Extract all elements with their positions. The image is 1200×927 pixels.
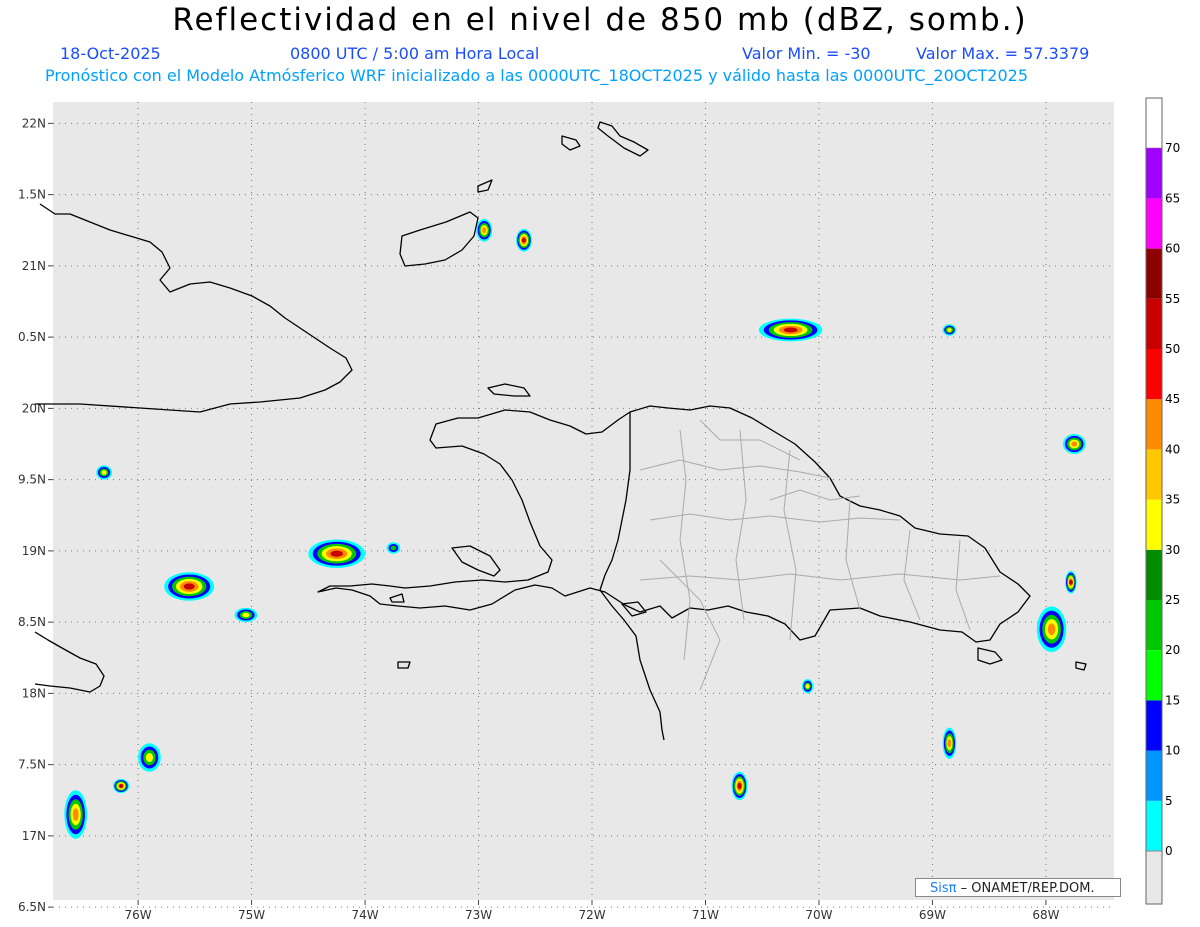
credit-text: – ONAMET/REP.DOM. <box>956 881 1095 896</box>
lat-tick-label: 6.5N <box>18 900 46 914</box>
reflectivity-contour <box>1071 441 1078 447</box>
colorbar-swatch <box>1146 800 1162 851</box>
reflectivity-cell <box>1062 434 1086 454</box>
reflectivity-contour <box>330 550 343 557</box>
credit-logo: Sisπ <box>930 881 957 896</box>
lat-tick-label: 22N <box>22 116 46 130</box>
reflectivity-cell <box>1065 570 1077 594</box>
lon-tick-label: 71W <box>692 908 719 922</box>
lat-tick-label: 0.5N <box>18 330 46 344</box>
reflectivity-contour <box>242 612 250 618</box>
colorbar-label: 55 <box>1165 292 1180 306</box>
reflectivity-contour <box>183 583 195 590</box>
colorbar-label: 70 <box>1165 141 1180 155</box>
reflectivity-cell <box>234 607 258 623</box>
lat-tick-label: 21N <box>22 259 46 273</box>
max-value: Valor Max. = 57.3379 <box>916 44 1090 63</box>
reflectivity-contour <box>101 470 107 475</box>
map-title: Reflectividad en el nivel de 850 mb (dBZ… <box>172 2 1028 38</box>
colorbar-swatch <box>1146 650 1162 701</box>
reflectivity-cell <box>386 542 401 554</box>
reflectivity-contour <box>390 545 397 551</box>
reflectivity-map: 76W 75W 74W 73W 72W 71W 70W 69W 68W 22N 1.5N 21N 0.5… <box>18 97 1180 922</box>
colorbar-swatch <box>1146 248 1162 299</box>
map-background <box>53 102 1114 900</box>
lat-tick-label: 7.5N <box>18 758 46 772</box>
reflectivity-cell <box>942 324 957 336</box>
colorbar-swatch <box>1146 449 1162 500</box>
lat-tick-label: 18N <box>22 686 46 700</box>
colorbar-label: 60 <box>1165 242 1180 256</box>
reflectivity-contour <box>72 808 79 821</box>
reflectivity-contour <box>737 782 742 790</box>
lat-tick-label: 17N <box>22 829 46 843</box>
colorbar-swatch <box>1146 148 1162 199</box>
reflectivity-contour <box>119 784 124 788</box>
colorbar: 0 5 10 15 20 25 30 35 40 45 50 55 60 65 70 <box>1145 97 1180 905</box>
colorbar-below-swatch <box>1145 850 1163 905</box>
colorbar-label: 45 <box>1165 392 1180 406</box>
forecast-date: 18-Oct-2025 <box>60 44 161 63</box>
reflectivity-cell <box>64 790 88 839</box>
reflectivity-cell <box>164 572 215 601</box>
colorbar-swatch <box>1146 700 1162 751</box>
reflectivity-cell <box>758 318 823 342</box>
lat-tick-label: 9.5N <box>18 473 46 487</box>
lat-tick-label: 19N <box>22 544 46 558</box>
reflectivity-contour <box>783 327 798 333</box>
reflectivity-contour <box>1047 623 1056 636</box>
lon-tick-label: 69W <box>919 908 946 922</box>
colorbar-label: 0 <box>1165 844 1173 858</box>
reflectivity-contour <box>1068 579 1073 585</box>
lat-tick-label: 1.5N <box>18 188 46 202</box>
colorbar-label: 50 <box>1165 342 1180 356</box>
colorbar-swatch <box>1146 349 1162 400</box>
colorbar-label: 25 <box>1165 593 1180 607</box>
min-value: Valor Min. = -30 <box>742 44 871 63</box>
colorbar-label: 10 <box>1165 744 1180 758</box>
lon-tick-label: 68W <box>1032 908 1059 922</box>
reflectivity-cell <box>515 228 532 252</box>
reflectivity-cell <box>476 218 493 242</box>
lon-tick-label: 73W <box>465 908 492 922</box>
colorbar-label: 5 <box>1165 794 1173 808</box>
colorbar-swatch <box>1146 750 1162 801</box>
colorbar-swatch <box>1146 399 1162 450</box>
lat-tick-label: 8.5N <box>18 615 46 629</box>
reflectivity-cell <box>942 727 957 759</box>
colorbar-swatch <box>1146 600 1162 651</box>
reflectivity-cell <box>308 539 366 568</box>
model-description: Pronóstico con el Modelo Atmósferico WRF… <box>45 66 1029 85</box>
colorbar-label: 30 <box>1165 543 1180 557</box>
lon-tick-label: 70W <box>805 908 832 922</box>
colorbar-label: 65 <box>1165 191 1180 205</box>
reflectivity-contour <box>145 752 154 763</box>
colorbar-label: 20 <box>1165 643 1180 657</box>
forecast-time: 0800 UTC / 5:00 am Hora Local <box>290 44 540 63</box>
colorbar-label: 15 <box>1165 693 1180 707</box>
colorbar-swatch <box>1146 499 1162 550</box>
colorbar-label: 40 <box>1165 442 1180 456</box>
reflectivity-contour <box>947 739 952 748</box>
reflectivity-cell <box>96 465 113 480</box>
reflectivity-cell <box>1036 606 1067 653</box>
lon-tick-label: 76W <box>125 908 152 922</box>
reflectivity-contour <box>482 227 487 234</box>
colorbar-label: 35 <box>1165 493 1180 507</box>
colorbar-swatch <box>1146 298 1162 349</box>
reflectivity-contour <box>805 683 810 689</box>
colorbar-swatch <box>1146 549 1162 600</box>
reflectivity-cell <box>113 778 130 794</box>
colorbar-top-swatch <box>1145 97 1163 149</box>
reflectivity-contour <box>521 237 526 243</box>
credit-box: Sisπ – ONAMET/REP.DOM. <box>915 878 1121 897</box>
lon-tick-label: 74W <box>351 908 378 922</box>
lon-tick-label: 75W <box>238 908 265 922</box>
colorbar-swatch <box>1146 198 1162 249</box>
reflectivity-cell <box>138 743 161 772</box>
reflectivity-cell <box>801 679 814 694</box>
reflectivity-cell <box>731 771 748 801</box>
lon-tick-label: 72W <box>578 908 605 922</box>
reflectivity-contour <box>947 328 952 332</box>
